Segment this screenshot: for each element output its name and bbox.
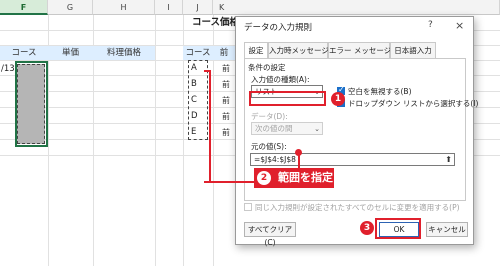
- data-value: 次の値の間: [255, 124, 293, 133]
- right-cell: 前: [222, 112, 230, 121]
- chevron-down-icon: ⌄: [314, 125, 320, 133]
- in-cell-dropdown-label: ドロップダウン リストから選択する(I): [348, 99, 479, 108]
- source-value: =$J$4:$J$8: [254, 155, 296, 164]
- cancel-button[interactable]: キャンセル: [426, 222, 468, 237]
- connector-line: [211, 181, 254, 183]
- help-button[interactable]: ?: [428, 20, 433, 30]
- step-2-text: 範囲を指定: [278, 171, 333, 184]
- grid-line: [155, 15, 156, 266]
- header-cell-right: 前: [213, 46, 235, 60]
- step-2-marker: 2: [257, 171, 271, 185]
- close-button[interactable]: ×: [455, 19, 464, 32]
- data-validation-dialog: データの入力規則 ? × 設定 入力時メッセージ エラー メッセージ 日本語入力…: [235, 16, 478, 247]
- list-cell[interactable]: A: [191, 63, 197, 73]
- step-1-marker: 1: [331, 92, 345, 106]
- range-bracket: [204, 70, 211, 183]
- right-cell: 前: [222, 128, 230, 137]
- list-cell[interactable]: D: [191, 111, 198, 121]
- selected-range-border: [15, 61, 48, 147]
- dialog-title: データの入力規則: [244, 23, 313, 33]
- section-label: 条件の設定: [248, 63, 286, 72]
- date-cell[interactable]: /13: [1, 63, 15, 75]
- step-2-badge: 2 範囲を指定: [254, 168, 334, 188]
- column-header-f[interactable]: F: [0, 0, 48, 15]
- right-cell: 前: [222, 96, 230, 105]
- tab-settings[interactable]: 設定: [244, 42, 268, 59]
- list-cell[interactable]: B: [191, 79, 197, 89]
- clear-all-button[interactable]: すべてクリア(C): [244, 222, 296, 247]
- tab-input-message[interactable]: 入力時メッセージ: [268, 42, 329, 58]
- column-header-i[interactable]: I: [155, 0, 183, 15]
- header-cell-price: 単価: [48, 46, 93, 60]
- tab-ime[interactable]: 日本語入力: [390, 42, 436, 58]
- header-cell-course-right: コース: [183, 46, 213, 60]
- source-label: 元の値(S):: [251, 142, 287, 151]
- allow-highlight: [249, 91, 326, 106]
- data-label: データ(D):: [251, 112, 288, 121]
- source-input[interactable]: =$J$4:$J$8 ⬆: [250, 153, 455, 166]
- column-header-k[interactable]: K: [213, 0, 500, 15]
- allow-label: 入力値の種類(A):: [251, 75, 310, 84]
- list-cell[interactable]: E: [191, 127, 196, 137]
- apply-all-checkbox[interactable]: [244, 203, 252, 211]
- column-header-h[interactable]: H: [93, 0, 155, 15]
- range-select-icon[interactable]: ⬆: [445, 154, 452, 166]
- column-header-j[interactable]: J: [183, 0, 213, 15]
- column-header-g[interactable]: G: [48, 0, 93, 15]
- source-pointer-dot: [295, 149, 302, 156]
- header-cell-course: コース: [0, 46, 48, 60]
- apply-all-label: 同じ入力規則が設定されたすべてのセルに変更を適用する(P): [255, 203, 460, 212]
- data-dropdown: 次の値の間 ⌄: [251, 122, 323, 135]
- right-cell: 前: [222, 80, 230, 89]
- ok-highlight: [375, 218, 421, 239]
- ignore-blank-label: 空白を無視する(B): [348, 87, 412, 96]
- header-cell-total: 料理価格: [93, 46, 155, 60]
- right-cell: 前: [222, 64, 230, 73]
- step-3-marker: 3: [360, 221, 374, 235]
- list-cell[interactable]: C: [191, 95, 197, 105]
- tab-error-message[interactable]: エラー メッセージ: [328, 42, 391, 58]
